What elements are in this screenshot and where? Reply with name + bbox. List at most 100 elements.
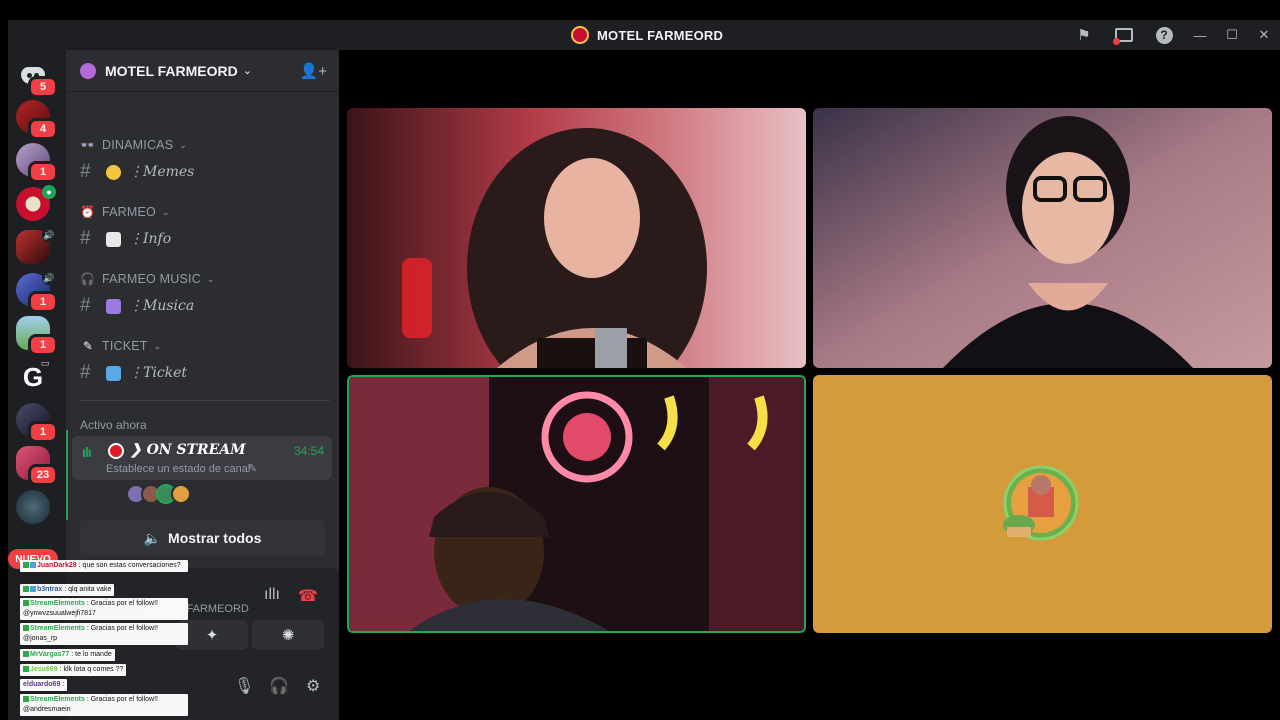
noise-suppression-icon[interactable]: ıllı: [264, 586, 280, 604]
channel-musica[interactable]: # ⋮Musica: [80, 295, 194, 317]
category-farmeo[interactable]: ⏰ FARMEO ⌄: [80, 205, 170, 219]
chat-message: StreamElements : Gracias por el follow!!…: [20, 623, 188, 645]
minimize-button[interactable]: —: [1184, 20, 1216, 50]
video-tile[interactable]: [347, 108, 806, 368]
chevron-down-icon: ⌄: [179, 139, 188, 150]
chat-message: StreamElements : Gracias por el follow!!…: [20, 598, 188, 620]
soundboard-icon: ✺: [281, 627, 295, 644]
server-icon[interactable]: 1: [16, 403, 58, 443]
channel-label: ⋮Ticket: [129, 365, 188, 381]
disconnect-icon[interactable]: ☎: [298, 586, 318, 606]
channel-label: ⋮Musica: [129, 298, 195, 314]
soundboard-button[interactable]: ✺: [252, 620, 324, 650]
edit-pencil-icon[interactable]: ✎: [248, 462, 257, 475]
add-user-icon[interactable]: 👤+: [300, 62, 327, 80]
server-icon[interactable]: G ▭: [16, 356, 52, 394]
channel-memes[interactable]: # ⋮Memes: [80, 161, 194, 183]
window-title: MOTEL FARMEORD: [571, 26, 723, 44]
category-ticket[interactable]: ✎ TICKET ⌄: [80, 339, 161, 353]
server-badge: 23: [28, 464, 58, 486]
server-icon[interactable]: 1: [16, 316, 58, 356]
hashtag-icon: #: [80, 228, 91, 249]
server-badge: 4: [28, 118, 58, 140]
chat-message: JuanDark28 : que son estas conversacione…: [20, 560, 188, 572]
flag-icon[interactable]: ⚑: [1064, 20, 1104, 50]
server-badge: 1: [28, 421, 58, 443]
channel-label: ⋮Info: [129, 231, 172, 247]
chevron-down-icon: ⌄: [153, 340, 162, 351]
server-emoji-icon: [80, 62, 96, 79]
activity-timer: 34:54: [293, 444, 324, 458]
headphones-icon: 🎧: [80, 272, 96, 286]
channel-ticket[interactable]: # ⋮Ticket: [80, 362, 187, 384]
close-button[interactable]: ✕: [1248, 20, 1280, 50]
glasses-icon: 👓: [80, 138, 96, 152]
chevron-down-icon: ⌄: [206, 273, 215, 284]
category-label: DINAMICAS: [102, 138, 174, 152]
chat-message: elduardo69 :: [20, 679, 68, 691]
server-icon[interactable]: 🔊 1: [16, 271, 58, 313]
server-icon[interactable]: ●: [16, 185, 56, 221]
server-logo-icon: [571, 26, 589, 44]
hashtag-icon: #: [80, 295, 91, 316]
server-header[interactable]: MOTEL FARMEORD ⌄ 👤+: [66, 50, 339, 92]
speaker-icon: 🔊: [42, 228, 56, 242]
participant-video: [347, 108, 806, 368]
category-farmeo-music[interactable]: 🎧 FARMEO MUSIC ⌄: [80, 272, 215, 286]
gear-icon[interactable]: ⚙: [306, 676, 320, 696]
ticket-icon: [106, 365, 121, 381]
video-tile[interactable]: [813, 108, 1272, 368]
server-badge: 1: [28, 161, 58, 183]
alarm-clock-icon: ⏰: [80, 205, 96, 219]
speaker-icon: 🔊: [42, 271, 56, 285]
category-label: FARMEO MUSIC: [102, 272, 201, 286]
title-bar: MOTEL FARMEORD ⚑ ? — ☐ ✕: [8, 20, 1280, 50]
pencil-icon: ✎: [82, 339, 94, 353]
server-icon[interactable]: 23: [16, 446, 58, 486]
server-icon[interactable]: 1: [16, 143, 58, 183]
divider: [80, 400, 330, 401]
chat-message: StreamElements : Gracias por el follow!!…: [20, 694, 188, 716]
server-badge: 1: [28, 334, 58, 356]
headphones-icon[interactable]: 🎧: [269, 676, 289, 696]
category-dinamicas[interactable]: 👓 DINAMICAS ⌄: [80, 138, 187, 152]
chat-message: MrVargas77 : te lo mande: [20, 649, 115, 661]
voice-connected-indicator: [66, 430, 68, 520]
channel-label: ⋮Memes: [129, 164, 195, 180]
activity-title: ❯ ON STREAM: [130, 442, 246, 458]
video-tile-speaking[interactable]: [347, 375, 806, 633]
channel-info[interactable]: # ⋮Info: [80, 228, 171, 250]
video-tile-avatar[interactable]: [813, 375, 1272, 633]
activities-icon: ✦: [205, 627, 219, 644]
help-icon[interactable]: ?: [1144, 20, 1184, 50]
video-stage: [339, 50, 1280, 720]
active-voice-channel-card[interactable]: ılı ❯ ON STREAM 34:54 Establece un estad…: [72, 436, 332, 480]
music-notes-icon: [106, 298, 121, 314]
active-now-heading: Activo ahora: [80, 418, 147, 432]
avatar: [171, 484, 191, 504]
show-all-label: Mostrar todos: [168, 530, 262, 546]
live-dot-icon: [108, 443, 124, 459]
document-icon: [106, 231, 121, 247]
server-icon[interactable]: 🔊: [16, 228, 56, 264]
server-badge: 1: [28, 291, 58, 313]
participant-avatars[interactable]: [126, 484, 191, 504]
discord-home-button[interactable]: 5: [16, 58, 58, 98]
microphone-icon[interactable]: 🎙: [234, 676, 254, 696]
chat-message: Jesu669 : klk lota q comes ??: [20, 664, 127, 676]
category-label: TICKET: [102, 339, 148, 353]
server-name: MOTEL FARMEORD: [105, 62, 238, 79]
speaker-icon: 🔈: [143, 529, 162, 546]
show-all-button[interactable]: 🔈 Mostrar todos: [80, 520, 325, 556]
discord-window: MOTEL FARMEORD ⚑ ? — ☐ ✕ 5 4 1 ● 🔊 🔊 1 1 …: [8, 20, 1280, 720]
screen-share-icon[interactable]: [1104, 20, 1144, 50]
participant-avatar: [1003, 465, 1079, 541]
hashtag-icon: #: [80, 161, 91, 182]
server-icon[interactable]: 4: [16, 100, 58, 140]
participant-video: [813, 108, 1272, 368]
server-icon[interactable]: [16, 490, 50, 524]
participant-video: [349, 377, 804, 631]
screen-icon: ▭: [38, 356, 52, 370]
activity-subtitle[interactable]: Establece un estado de canal: [106, 463, 250, 475]
maximize-button[interactable]: ☐: [1216, 20, 1248, 50]
